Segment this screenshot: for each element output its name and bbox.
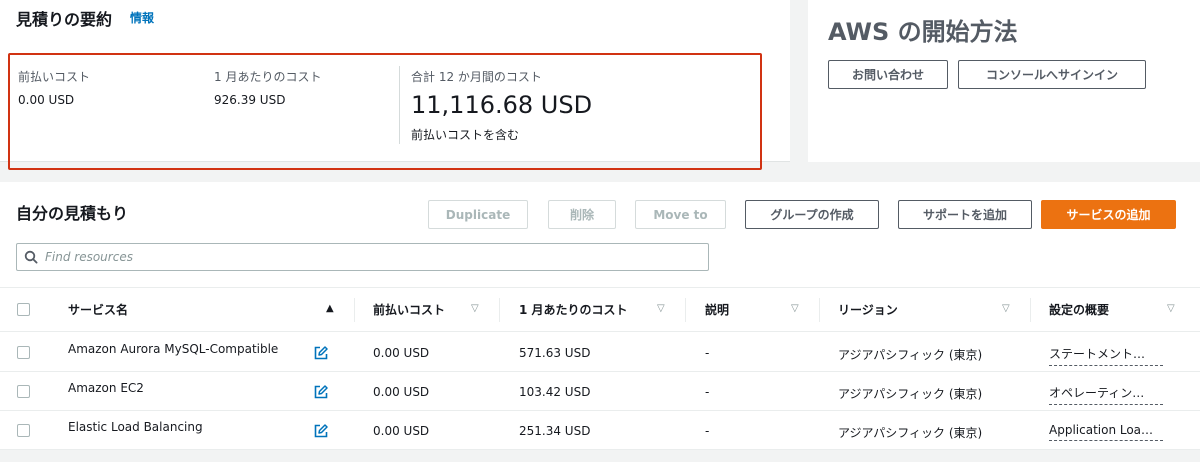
- row-checkbox[interactable]: [17, 424, 30, 437]
- row-checkbox[interactable]: [17, 385, 30, 398]
- column-header-service[interactable]: サービス名: [68, 288, 128, 331]
- column-divider: [1030, 298, 1031, 322]
- upfront-cost: 0.00 USD: [373, 346, 430, 360]
- upfront-cost: 0.00 USD: [373, 424, 430, 438]
- column-divider: [499, 298, 500, 322]
- edit-icon[interactable]: [314, 346, 328, 360]
- total-cost-note: 前払いコストを含む: [411, 128, 520, 142]
- monthly-cost-value: 926.39 USD: [214, 93, 286, 107]
- column-divider: [685, 298, 686, 322]
- monthly-cost-label: 1 月あたりのコスト: [214, 70, 322, 84]
- column-header-config[interactable]: 設定の概要: [1049, 288, 1109, 331]
- contact-button[interactable]: お問い合わせ: [828, 60, 948, 89]
- delete-button[interactable]: 削除: [548, 200, 616, 229]
- move-to-button[interactable]: Move to: [635, 200, 726, 229]
- sort-caret-icon[interactable]: ▽: [791, 303, 799, 314]
- duplicate-button[interactable]: Duplicate: [428, 200, 528, 229]
- my-estimate-title: 自分の見積もり: [16, 204, 129, 223]
- upfront-cost-value: 0.00 USD: [18, 93, 75, 107]
- region: アジアパシフィック (東京): [838, 348, 983, 362]
- sort-caret-icon[interactable]: ▽: [471, 303, 479, 314]
- region: アジアパシフィック (東京): [838, 426, 983, 440]
- service-name: Amazon Aurora MySQL-Compatible: [68, 342, 279, 356]
- column-header-monthly[interactable]: 1 月あたりのコスト: [519, 288, 628, 331]
- table-row[interactable]: Elastic Load Balancing 0.00 USD 251.34 U…: [0, 411, 1200, 450]
- select-all-checkbox[interactable]: [17, 303, 30, 316]
- config-summary[interactable]: Application Loa…: [1049, 423, 1163, 441]
- upfront-cost-label: 前払いコスト: [18, 70, 91, 84]
- row-checkbox[interactable]: [17, 346, 30, 359]
- sort-caret-icon[interactable]: ▽: [657, 303, 665, 314]
- total-cost-value: 11,116.68 USD: [411, 91, 593, 119]
- upfront-cost: 0.00 USD: [373, 385, 430, 399]
- description: -: [705, 385, 710, 399]
- search-icon: [17, 244, 45, 270]
- table-header: サービス名 ▲ 前払いコスト ▽ 1 月あたりのコスト ▽ 説明 ▽ リージョン…: [0, 287, 1200, 332]
- sort-ascending-icon[interactable]: ▲: [326, 303, 334, 314]
- column-divider: [354, 298, 355, 322]
- search-box[interactable]: [16, 243, 709, 271]
- description: -: [705, 424, 710, 438]
- config-summary[interactable]: オペレーティン…: [1049, 384, 1163, 405]
- sort-caret-icon[interactable]: ▽: [1167, 303, 1175, 314]
- region: アジアパシフィック (東京): [838, 387, 983, 401]
- getting-started-title: AWS の開始方法: [828, 18, 1018, 46]
- description: -: [705, 346, 710, 360]
- service-name: Amazon EC2: [68, 381, 144, 395]
- add-service-button[interactable]: サービスの追加: [1041, 200, 1176, 229]
- monthly-cost: 103.42 USD: [519, 385, 591, 399]
- column-header-region[interactable]: リージョン: [838, 288, 898, 331]
- total-cost-label: 合計 12 か月間のコスト: [411, 70, 542, 84]
- console-signin-button[interactable]: コンソールへサインイン: [958, 60, 1146, 89]
- column-divider: [819, 298, 820, 322]
- info-link[interactable]: 情報: [130, 9, 154, 26]
- cost-highlight-box: [8, 53, 762, 170]
- table-row[interactable]: Amazon EC2 0.00 USD 103.42 USD - アジアパシフィ…: [0, 372, 1200, 411]
- search-input[interactable]: [45, 250, 685, 264]
- column-header-upfront[interactable]: 前払いコスト: [373, 288, 445, 331]
- service-name: Elastic Load Balancing: [68, 420, 203, 434]
- sort-caret-icon[interactable]: ▽: [1002, 303, 1010, 314]
- edit-icon[interactable]: [314, 424, 328, 438]
- summary-title: 見積りの要約: [16, 10, 113, 29]
- monthly-cost: 571.63 USD: [519, 346, 591, 360]
- table-row[interactable]: Amazon Aurora MySQL-Compatible 0.00 USD …: [0, 333, 1200, 372]
- column-header-description[interactable]: 説明: [705, 288, 729, 331]
- config-summary[interactable]: ステートメント…: [1049, 345, 1163, 366]
- create-group-button[interactable]: グループの作成: [745, 200, 879, 229]
- edit-icon[interactable]: [314, 385, 328, 399]
- summary-divider: [399, 66, 400, 144]
- add-support-button[interactable]: サポートを追加: [898, 200, 1032, 229]
- monthly-cost: 251.34 USD: [519, 424, 591, 438]
